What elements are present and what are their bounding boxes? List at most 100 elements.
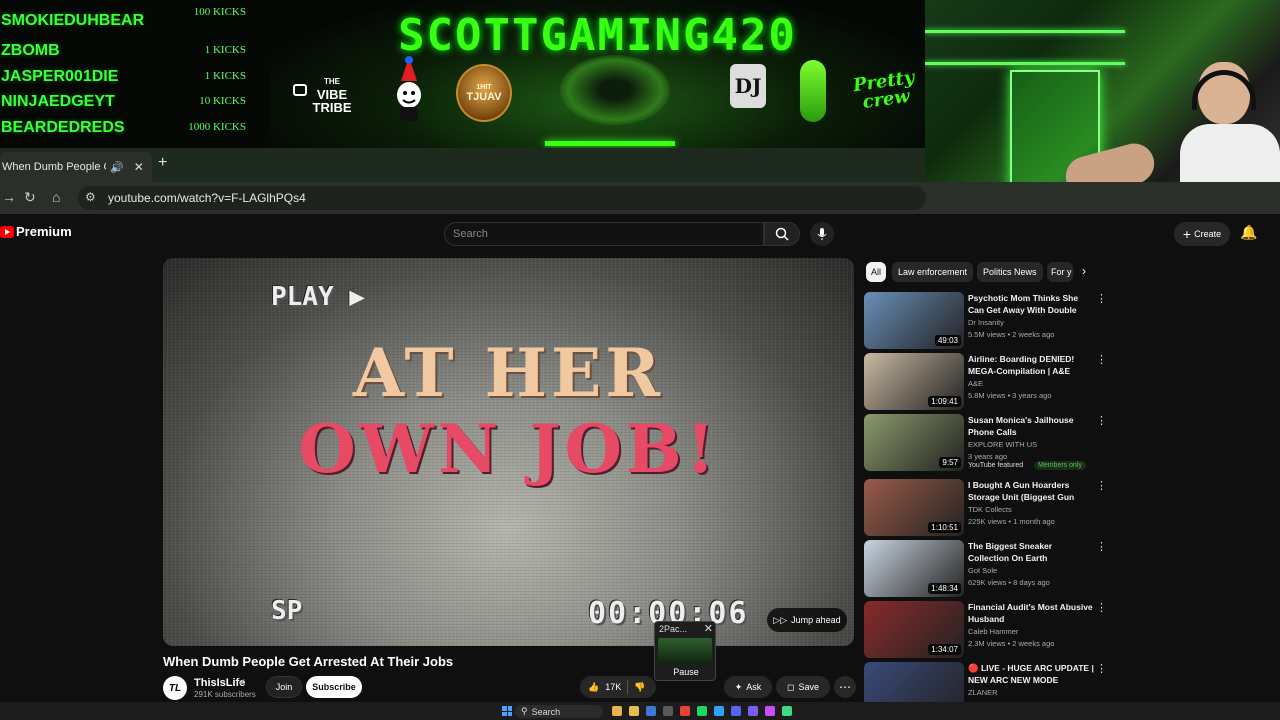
- taskbar-app-icon[interactable]: [646, 706, 656, 716]
- fast-forward-icon: ▷▷: [773, 614, 788, 625]
- more-actions-button[interactable]: ⋯: [834, 676, 856, 698]
- kick-username: JASPER001DIE: [1, 68, 119, 85]
- kick-amount: 1 KICKS: [204, 70, 246, 82]
- channel-banner: SCOTTGAMING420 THE VIBE TRIBE 1HIT TJUAV: [270, 0, 925, 148]
- notifications-bell-icon[interactable]: 🔔: [1240, 224, 1257, 241]
- pause-button[interactable]: Pause: [655, 667, 717, 677]
- pretty-crew-logo: Pretty crew: [849, 66, 920, 117]
- join-button[interactable]: Join: [266, 676, 302, 698]
- site-settings-icon[interactable]: ⚙: [85, 190, 96, 204]
- video-caption-line2: OWN JOB!: [298, 410, 719, 488]
- video-thumbnail[interactable]: 9:57: [864, 414, 964, 471]
- thumbs-down-icon[interactable]: 👎: [634, 682, 645, 693]
- taskbar-app-icon[interactable]: [731, 706, 741, 716]
- browser-tab[interactable]: When Dumb People Get Arrested At Their J…: [0, 152, 152, 182]
- osd-sp-label: SP: [271, 596, 303, 626]
- home-icon[interactable]: ⌂: [52, 189, 60, 205]
- taskbar-app-icon[interactable]: [680, 706, 690, 716]
- windows-start-icon[interactable]: [502, 706, 512, 716]
- thumbs-up-icon[interactable]: 👍: [588, 682, 599, 693]
- recommendation-channel[interactable]: ZLANER: [968, 688, 998, 697]
- youtube-logo[interactable]: Premium: [0, 224, 72, 239]
- taskbar-app-icon[interactable]: [714, 706, 724, 716]
- recommendation-item[interactable]: 9:57 Susan Monica's Jailhouse Phone Calls…: [864, 414, 1107, 472]
- video-player[interactable]: PLAY ▶ AT HER OWN JOB! SP 00:00:06 ▷▷ Ju…: [163, 258, 854, 646]
- chip-all[interactable]: All: [866, 262, 886, 282]
- create-button[interactable]: + Create: [1174, 222, 1230, 246]
- recommendation-title[interactable]: Psychotic Mom Thinks She Can Get Away Wi…: [968, 292, 1094, 316]
- close-icon[interactable]: ✕: [704, 622, 713, 635]
- recommendation-channel[interactable]: Caleb Hammer: [968, 627, 1018, 636]
- more-options-icon[interactable]: ⋮: [1096, 601, 1107, 614]
- reload-icon[interactable]: ↻: [24, 189, 36, 206]
- subscribe-button[interactable]: Subscribe: [306, 676, 362, 698]
- members-only-badge: Members only: [1034, 461, 1086, 470]
- taskbar-search[interactable]: ⚲ Search: [515, 705, 603, 718]
- recommendation-item[interactable]: 1:09:41 Airline: Boarding DENIED! MEGA-Co…: [864, 353, 1107, 411]
- recommendation-channel[interactable]: Got Sole: [968, 566, 997, 575]
- kick-username: BEARDEDREDS: [1, 119, 125, 136]
- recommendation-title[interactable]: The Biggest Sneaker Collection On Earth …: [968, 540, 1094, 564]
- chip-for-you[interactable]: For y: [1047, 262, 1073, 282]
- video-thumbnail[interactable]: 1:10:51: [864, 479, 964, 536]
- more-options-icon[interactable]: ⋮: [1096, 292, 1107, 305]
- taskbar-app-icon[interactable]: [765, 706, 775, 716]
- recommendation-title[interactable]: Airline: Boarding DENIED! MEGA-Compilati…: [968, 353, 1094, 377]
- taskbar-app-icon[interactable]: [612, 706, 622, 716]
- search-button[interactable]: [764, 222, 800, 246]
- divider: [627, 680, 629, 694]
- recommendation-title[interactable]: Susan Monica's Jailhouse Phone Calls: [968, 414, 1094, 438]
- taskbar-app-icon[interactable]: [782, 706, 792, 716]
- video-thumbnail[interactable]: 1:34:07: [864, 601, 964, 658]
- video-duration: 1:34:07: [928, 644, 961, 655]
- recommendation-title[interactable]: 🔴 LIVE - HUGE ARC UPDATE | NEW ARC NEW M…: [968, 662, 1094, 686]
- more-options-icon[interactable]: ⋮: [1096, 540, 1107, 553]
- recommendation-channel[interactable]: TDK Collects: [968, 505, 1012, 514]
- chip-politics-news[interactable]: Politics News: [977, 262, 1043, 282]
- recommendation-title[interactable]: I Bought A Gun Hoarders Storage Unit (Bi…: [968, 479, 1094, 503]
- jump-ahead-label: Jump ahead: [791, 615, 841, 625]
- taskbar-app-icon[interactable]: [697, 706, 707, 716]
- video-thumbnail[interactable]: 49:03: [864, 292, 964, 349]
- taskbar-app-icon[interactable]: [748, 706, 758, 716]
- back-arrow-icon[interactable]: →: [2, 189, 16, 205]
- more-options-icon[interactable]: ⋮: [1096, 662, 1107, 675]
- more-options-icon[interactable]: ⋮: [1096, 353, 1107, 366]
- taskbar-app-icon[interactable]: [629, 706, 639, 716]
- recommendation-meta: 5.5M views • 2 weeks ago: [968, 330, 1055, 339]
- recommendation-item[interactable]: 49:03 Psychotic Mom Thinks She Can Get Aw…: [864, 292, 1107, 350]
- save-label: Save: [798, 682, 819, 692]
- url-field[interactable]: ⚙ youtube.com/watch?v=F-LAGlhPQs4: [78, 186, 926, 210]
- video-thumbnail[interactable]: 1:09:41: [864, 353, 964, 410]
- speaker-icon[interactable]: 🔊: [110, 161, 124, 174]
- ask-button[interactable]: ✦ Ask: [724, 676, 772, 698]
- recommendation-channel[interactable]: EXPLORE WITH US: [968, 440, 1037, 449]
- recommendation-channel[interactable]: Dr Insanity: [968, 318, 1004, 327]
- like-count[interactable]: 17K: [605, 682, 621, 692]
- chevron-right-icon[interactable]: ›: [1082, 264, 1086, 278]
- recommendation-item[interactable]: 1:34:07 Financial Audit's Most Abusive Hu…: [864, 601, 1107, 659]
- channel-avatar[interactable]: TL: [163, 676, 187, 700]
- more-options-icon[interactable]: ⋮: [1096, 479, 1107, 492]
- recommendation-channel[interactable]: A&E: [968, 379, 983, 388]
- voice-search-button[interactable]: [810, 222, 834, 246]
- cam-led-strip: [925, 62, 1125, 65]
- recommendation-item[interactable]: 1:48:34 The Biggest Sneaker Collection On…: [864, 540, 1107, 598]
- webcam-feed: [925, 0, 1280, 200]
- recommendation-item[interactable]: 1:10:51 I Bought A Gun Hoarders Storage U…: [864, 479, 1107, 537]
- dj-logo: DJ: [730, 64, 766, 108]
- tjuav-logo-main: TJUAV: [466, 90, 502, 103]
- tv-icon: [293, 84, 307, 96]
- close-tab-icon[interactable]: ✕: [134, 160, 144, 174]
- taskbar-app-icon[interactable]: [663, 706, 673, 716]
- video-thumbnail[interactable]: 1:48:34: [864, 540, 964, 597]
- save-button[interactable]: ◻ Save: [776, 676, 830, 698]
- chip-law-enforcement[interactable]: Law enforcement: [892, 262, 974, 282]
- jump-ahead-button[interactable]: ▷▷ Jump ahead: [767, 608, 847, 632]
- search-input[interactable]: Search: [444, 222, 764, 246]
- tjuav-logo: 1HIT TJUAV: [456, 64, 512, 122]
- cam-led-strip: [925, 30, 1125, 33]
- new-tab-icon[interactable]: +: [158, 154, 167, 172]
- more-options-icon[interactable]: ⋮: [1096, 414, 1107, 427]
- recommendation-title[interactable]: Financial Audit's Most Abusive Husband: [968, 601, 1094, 625]
